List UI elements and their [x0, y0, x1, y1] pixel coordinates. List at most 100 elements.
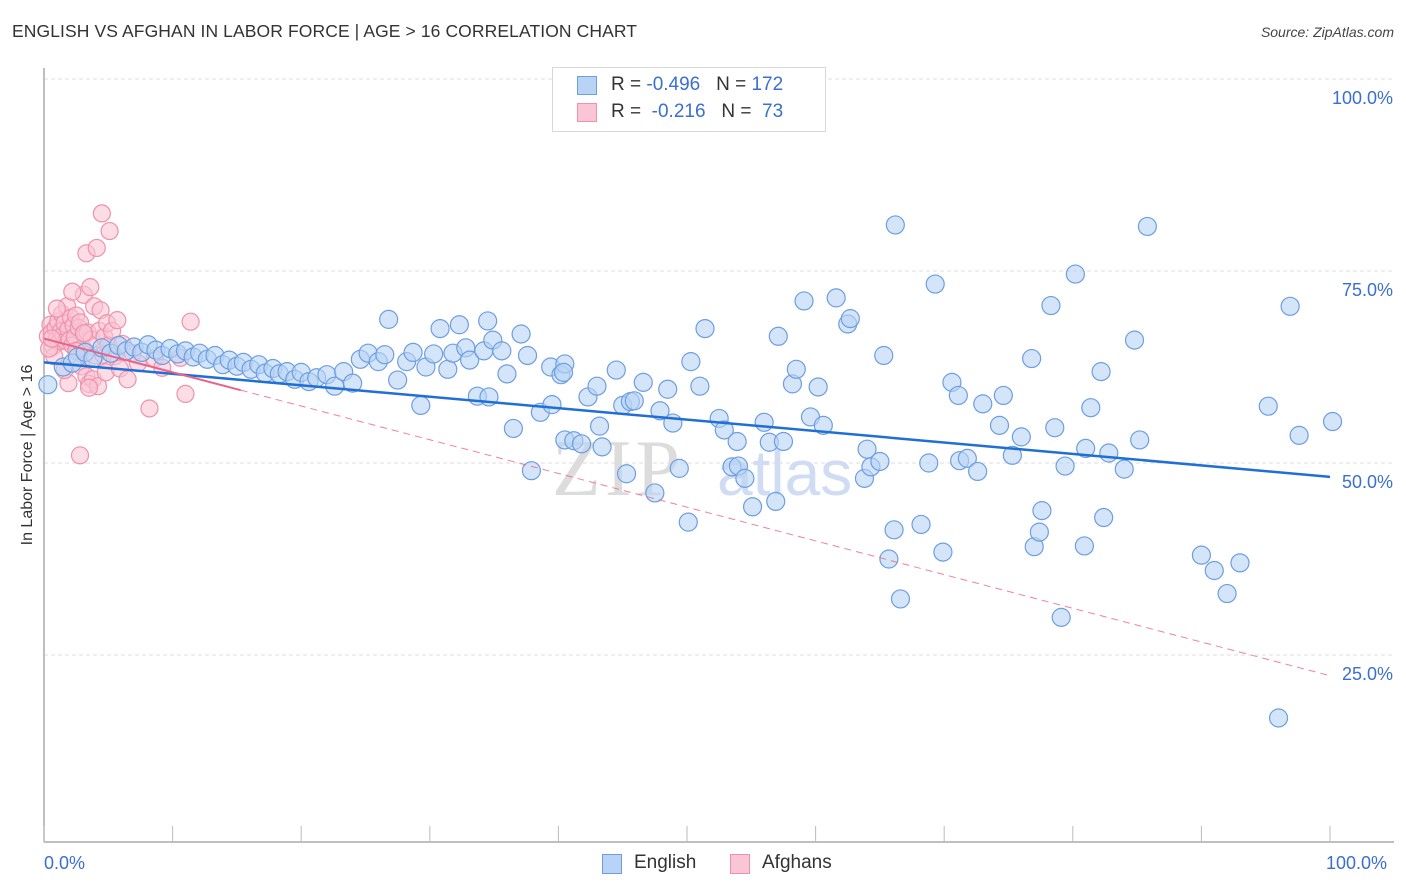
point-english [911, 514, 931, 535]
n-label: N = [716, 74, 752, 95]
point-english [1217, 583, 1237, 604]
point-english [478, 311, 498, 331]
point-english [794, 291, 814, 311]
point-english [645, 483, 665, 503]
point-english [1230, 553, 1250, 573]
point-afghans [74, 324, 93, 343]
y-tick-label-50: 50.0% [1342, 472, 1393, 492]
point-english [1268, 708, 1289, 728]
y-tick-label-75: 75.0% [1342, 280, 1393, 300]
point-english [1051, 607, 1071, 627]
point-afghans [176, 384, 195, 403]
point-english [624, 391, 644, 411]
english-legend-swatch [602, 854, 622, 874]
point-english [727, 431, 747, 452]
r-label: R = [611, 74, 647, 95]
point-afghans [100, 221, 119, 241]
point-english [1045, 418, 1065, 438]
point-afghans [81, 278, 100, 297]
n-value: 172 [751, 74, 784, 95]
afghans-legend-swatch [730, 854, 750, 874]
legend-label-afghans: Afghans [762, 852, 832, 873]
stats-row-afghans: R = -0.216 N = 73 [577, 101, 783, 127]
point-english [993, 385, 1013, 406]
point-english [1130, 430, 1150, 450]
point-english [840, 309, 860, 329]
point-english [1055, 456, 1075, 476]
point-english [808, 377, 828, 397]
point-english [589, 416, 610, 436]
point-english [919, 453, 939, 473]
point-english [695, 319, 715, 339]
point-english [449, 315, 469, 335]
afghans-swatch [577, 103, 597, 122]
point-afghans [118, 370, 137, 389]
series-legend: English Afghans [0, 851, 1406, 877]
point-english [571, 434, 592, 454]
point-english [553, 362, 574, 382]
point-english [1258, 396, 1278, 416]
r-label: R = [611, 101, 647, 122]
point-english [879, 549, 899, 569]
point-english [511, 324, 531, 344]
point-english [1094, 507, 1114, 528]
point-english [1041, 295, 1061, 316]
point-english [1204, 560, 1224, 581]
point-english [1124, 330, 1145, 350]
point-english [1091, 362, 1111, 382]
point-english [968, 461, 988, 482]
point-english [1191, 545, 1212, 565]
point-english [658, 379, 678, 399]
point-afghans [87, 238, 106, 258]
point-english [1074, 536, 1094, 556]
point-afghans [63, 282, 82, 301]
point-english [38, 375, 58, 395]
point-afghans [79, 378, 99, 397]
point-english [616, 464, 637, 484]
point-english [542, 395, 562, 415]
point-english [587, 376, 607, 396]
trend-lines [43, 337, 1331, 677]
point-english [1280, 296, 1300, 316]
n-label: N = [721, 101, 757, 122]
point-english [933, 542, 953, 562]
point-english [890, 589, 911, 609]
point-english [517, 345, 538, 366]
point-afghans [92, 204, 111, 223]
point-english [925, 274, 945, 294]
point-english [606, 360, 626, 380]
point-english [438, 359, 458, 379]
watermark: ZIP atlas [552, 425, 852, 513]
english-swatch [577, 76, 597, 95]
point-english [1032, 501, 1052, 521]
point-english [826, 288, 846, 308]
trend-line-english [43, 361, 1331, 479]
point-english [1289, 425, 1309, 445]
stats-row-english: R = -0.496 N = 172 [577, 74, 783, 100]
point-english [403, 342, 423, 363]
point-english [681, 352, 701, 372]
point-english [669, 458, 689, 478]
point-english [678, 512, 698, 532]
point-afghans [108, 311, 127, 330]
point-english [388, 370, 408, 390]
point-english [1137, 216, 1157, 237]
n-value: 73 [756, 101, 784, 122]
point-english [1022, 348, 1042, 369]
point-english [497, 364, 517, 384]
point-afghans [70, 446, 90, 465]
point-english [1114, 459, 1134, 479]
point-english [768, 326, 788, 346]
point-english [786, 359, 806, 379]
point-english [989, 415, 1010, 435]
series-english [38, 215, 1343, 728]
point-english [1011, 427, 1031, 447]
y-tick-label-25: 25.0% [1342, 664, 1393, 684]
point-english [424, 344, 444, 364]
series-afghans [38, 204, 200, 465]
point-english [948, 385, 968, 406]
point-english [633, 372, 653, 392]
point-english [690, 376, 710, 396]
r-value: -0.216 [646, 101, 706, 122]
point-english [1029, 522, 1049, 542]
